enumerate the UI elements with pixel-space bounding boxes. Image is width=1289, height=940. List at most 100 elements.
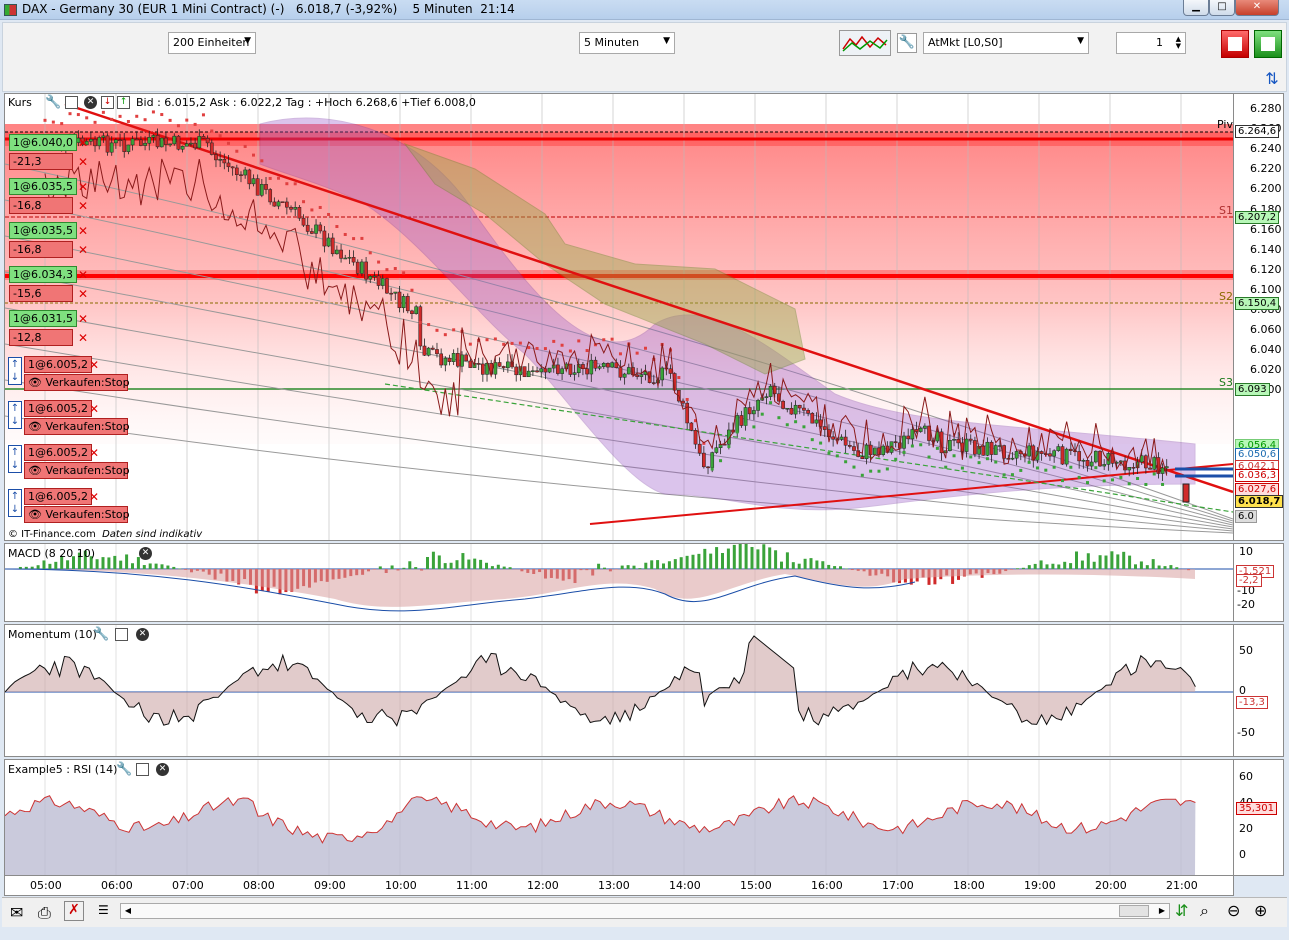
stop-order-label[interactable]: 👁 Verkaufen:Stop [24, 462, 130, 479]
order-price-tag[interactable]: 1@6.031,5 [9, 310, 77, 327]
minimize-button[interactable]: ▁ [1183, 0, 1209, 16]
drag-handle-icon[interactable]: ↑ ↓ [8, 445, 22, 473]
macd-bar [732, 544, 736, 569]
candle-body [985, 441, 990, 456]
units-select[interactable]: 200 Einheiten ▼ [168, 32, 256, 54]
close-stop-icon[interactable]: ✕ [89, 490, 99, 504]
time-tick: 17:00 [882, 879, 914, 892]
close-order-icon[interactable]: ✕ [78, 312, 88, 326]
candle-body [1085, 460, 1090, 467]
indicator-chart-icon[interactable] [839, 30, 891, 56]
quantity-stepper[interactable]: 1 ▲ ▼ [1116, 32, 1186, 54]
macd-bar [131, 563, 134, 569]
sort-down-icon[interactable]: ↓ [101, 96, 114, 109]
macd-bar [1086, 553, 1090, 569]
macd-bar [30, 566, 34, 569]
zoom-fit-icon[interactable]: ⌕ [1200, 901, 1209, 921]
candle-body [360, 261, 364, 274]
scroll-right-icon[interactable]: ▶ [1155, 904, 1169, 918]
time-tick: 18:00 [953, 879, 985, 892]
momentum-area [5, 636, 1196, 726]
order-price-tag[interactable]: 1@6.034,3 [9, 266, 77, 283]
candle-body [685, 402, 690, 424]
window-icon[interactable] [65, 96, 78, 109]
candle-body [1148, 467, 1152, 470]
zoom-in-icon[interactable]: ⊕ [1254, 901, 1267, 920]
drag-handle-icon[interactable]: ↑ ↓ [8, 401, 22, 429]
candle-body [572, 372, 577, 375]
stop-order-label[interactable]: 👁 Verkaufen:Stop [24, 374, 130, 391]
sort-up-icon[interactable]: ↑ [117, 96, 130, 109]
sar-dot [185, 118, 189, 122]
rsi-title: Example5 : RSI (14) [8, 763, 118, 776]
sar-dot [560, 343, 564, 347]
window-icon[interactable] [115, 628, 128, 641]
time-tick: 19:00 [1024, 879, 1056, 892]
order-type-select[interactable]: AtMkt [L0,S0] ▼ [923, 32, 1089, 54]
close-stop-icon[interactable]: ✕ [89, 402, 99, 416]
close-pane-icon[interactable]: ✕ [136, 628, 149, 641]
sell-button[interactable] [1221, 30, 1249, 58]
close-stop-icon[interactable]: ✕ [89, 446, 99, 460]
menu-icon[interactable]: ☰ [98, 903, 109, 917]
stop-price-tag[interactable]: 1@6.005,2 [24, 400, 92, 417]
period-select[interactable]: 5 Minuten ▼ [579, 32, 675, 54]
close-order-icon[interactable]: ✕ [78, 224, 88, 238]
candle-body [259, 184, 264, 196]
sar-dot [977, 461, 981, 465]
sar-dot [827, 451, 831, 455]
window-icon[interactable] [136, 763, 149, 776]
order-price-tag[interactable]: 1@6.040,0 [9, 134, 77, 151]
chevron-down-icon: ▼ [663, 36, 670, 46]
zoom-out-icon[interactable]: ⊖ [1227, 901, 1240, 920]
order-pl-icon: ✕ [78, 243, 89, 257]
time-scrollbar[interactable]: ◀ ▶ [120, 903, 1170, 919]
time-tick: 15:00 [740, 879, 772, 892]
close-order-icon[interactable]: ✕ [78, 136, 88, 150]
order-price-tag[interactable]: 1@6.035,5 [9, 178, 77, 195]
candle-body [176, 135, 181, 150]
swap-arrows-icon[interactable]: ⇅ [1260, 69, 1284, 89]
close-stop-icon[interactable]: ✕ [89, 358, 99, 372]
scroll-thumb[interactable] [1119, 905, 1149, 917]
sar-dot [985, 457, 989, 461]
candle-body [184, 143, 189, 147]
close-button[interactable]: ✕ [1235, 0, 1279, 16]
time-tick: 13:00 [598, 879, 630, 892]
close-pane-icon[interactable]: ✕ [139, 547, 152, 560]
macd-bar [142, 565, 146, 569]
stop-price-tag[interactable]: 1@6.005,2 [24, 444, 92, 461]
mail-icon[interactable]: ✉ [10, 903, 23, 922]
drag-handle-icon[interactable]: ↑ ↓ [8, 489, 22, 517]
close-pane-icon[interactable]: ✕ [156, 763, 169, 776]
close-pane-icon[interactable]: ✕ [84, 96, 97, 109]
candle-body [268, 189, 273, 203]
macd-bar [1075, 551, 1078, 569]
stop-price-tag[interactable]: 1@6.005,2 [24, 488, 92, 505]
macd-bar [685, 555, 689, 569]
last-candle [1182, 483, 1190, 503]
stop-order-label[interactable]: 👁 Verkaufen:Stop [24, 506, 130, 523]
macd-bar [1098, 555, 1102, 569]
drag-handle-icon[interactable]: ↑ ↓ [8, 357, 22, 385]
wrench-icon[interactable]: 🔧 [45, 95, 61, 110]
scroll-left-icon[interactable]: ◀ [121, 904, 135, 918]
chevron-down-icon: ▼ [244, 36, 251, 46]
buy-button[interactable] [1254, 30, 1282, 58]
stop-price-tag[interactable]: 1@6.005,2 [24, 356, 92, 373]
close-order-icon[interactable]: ✕ [78, 268, 88, 282]
sar-dot [1119, 475, 1123, 479]
maximize-button[interactable]: □ [1209, 0, 1235, 16]
order-price-tag[interactable]: 1@6.035,5 [9, 222, 77, 239]
candle-body [1064, 448, 1069, 465]
stop-order-label[interactable]: 👁 Verkaufen:Stop [24, 418, 130, 435]
close-order-icon[interactable]: ✕ [78, 180, 88, 194]
print-icon[interactable]: ⎙ [38, 903, 51, 923]
chart-fit-icon[interactable]: ⇵ [1175, 901, 1188, 920]
wrench-icon[interactable]: 🔧 [116, 762, 132, 777]
wrench-icon[interactable]: 🔧 [93, 627, 109, 642]
candle-body [301, 217, 306, 226]
macd-bar [803, 558, 807, 569]
wrench-icon[interactable]: 🔧 [897, 33, 917, 53]
delete-orders-icon[interactable]: ✗ [64, 901, 84, 921]
